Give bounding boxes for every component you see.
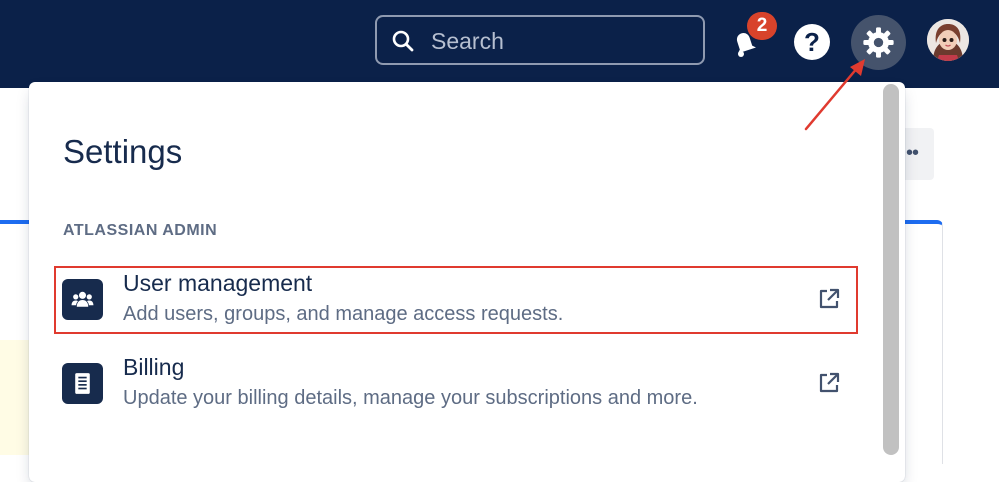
background-card-edge — [0, 220, 30, 224]
billing-title: Billing — [123, 354, 185, 380]
avatar-image — [927, 19, 969, 61]
background-card — [904, 220, 943, 464]
search-box[interactable] — [375, 15, 705, 65]
annotation-arrow-icon — [804, 59, 865, 131]
search-input[interactable] — [429, 17, 693, 65]
search-icon — [392, 30, 414, 52]
user-management-highlight-annotation — [54, 266, 858, 334]
settings-title: Settings — [63, 133, 183, 170]
scrollbar-thumb[interactable] — [883, 84, 899, 455]
more-dots: •• — [906, 142, 919, 164]
atlassian-admin-section-heading: ATLASSIAN ADMIN — [63, 222, 218, 239]
background-notice-panel — [0, 340, 30, 455]
more-actions-button[interactable]: •• — [904, 128, 934, 180]
billing-document-icon — [75, 373, 90, 394]
notification-count-badge: 2 — [747, 12, 777, 40]
external-link-icon — [819, 372, 840, 393]
billing-menu-item[interactable]: Billing Update your billing details, man… — [55, 351, 855, 417]
billing-icon-tile — [62, 363, 103, 404]
billing-description: Update your billing details, manage your… — [123, 387, 698, 409]
user-avatar[interactable] — [927, 19, 969, 61]
